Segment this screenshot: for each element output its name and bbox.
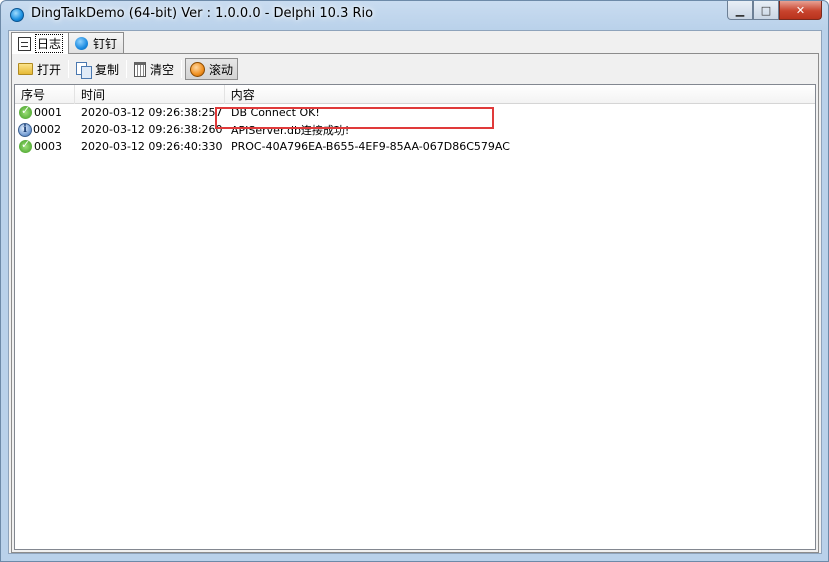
row-seq-cell: i 0002 — [15, 122, 75, 137]
maximize-button[interactable]: □ — [753, 1, 779, 20]
trash-icon — [134, 61, 147, 77]
app-window: DingTalkDemo (64-bit) Ver : 1.0.0.0 - De… — [0, 0, 829, 562]
row-seq: 0002 — [33, 123, 61, 136]
tab-log-label: 日志 — [34, 34, 64, 53]
scroll-label: 滚动 — [209, 62, 234, 77]
column-header-time[interactable]: 时间 — [75, 85, 225, 104]
app-icon — [10, 8, 24, 22]
success-icon — [18, 138, 33, 154]
copy-icon — [76, 61, 93, 79]
title-bar[interactable]: DingTalkDemo (64-bit) Ver : 1.0.0.0 - De… — [1, 1, 828, 29]
list-header: 序号 时间 内容 — [15, 85, 815, 104]
row-seq: 0001 — [34, 106, 62, 119]
row-time: 2020-03-12 09:26:38:257 — [81, 106, 223, 119]
tab-strip: 日志 钉钉 — [11, 32, 125, 54]
clear-button[interactable]: 清空 — [130, 58, 178, 80]
toolbar: 打开 复制 清空 滚动 — [14, 57, 239, 81]
copy-label: 复制 — [95, 62, 120, 77]
log-icon — [18, 36, 31, 51]
highlight-annotation-box — [215, 107, 494, 129]
basketball-icon — [190, 61, 206, 77]
success-icon — [18, 104, 33, 120]
tab-dingtalk[interactable]: 钉钉 — [68, 32, 125, 53]
row-content: PROC-40A796EA-B655-4EF9-85AA-067D86C579A… — [231, 140, 510, 153]
toolbar-separator — [181, 60, 183, 78]
tab-log[interactable]: 日志 — [11, 32, 70, 54]
toolbar-separator — [68, 60, 70, 78]
row-time: 2020-03-12 09:26:38:260 — [81, 123, 223, 136]
clear-label: 清空 — [150, 62, 175, 77]
scroll-toggle-button[interactable]: 滚动 — [185, 58, 239, 80]
row-seq: 0003 — [34, 140, 62, 153]
minimize-button[interactable]: ▁ — [727, 1, 753, 20]
column-header-content[interactable]: 内容 — [225, 85, 815, 104]
row-seq-cell: 0001 — [15, 104, 75, 120]
table-row[interactable]: 0003 2020-03-12 09:26:40:330 PROC-40A796… — [15, 138, 815, 155]
close-button[interactable]: ✕ — [779, 1, 822, 20]
column-header-seq[interactable]: 序号 — [15, 85, 75, 104]
open-button[interactable]: 打开 — [14, 58, 65, 80]
row-seq-cell: 0003 — [15, 138, 75, 154]
copy-button[interactable]: 复制 — [72, 58, 123, 80]
info-icon: i — [18, 122, 32, 137]
window-controls: ▁ □ ✕ — [727, 1, 822, 21]
window-title: DingTalkDemo (64-bit) Ver : 1.0.0.0 - De… — [31, 6, 374, 21]
toolbar-separator — [126, 60, 128, 78]
dingtalk-icon — [75, 36, 89, 50]
row-time: 2020-03-12 09:26:40:330 — [81, 140, 223, 153]
open-label: 打开 — [37, 62, 62, 77]
log-list[interactable]: 序号 时间 内容 0001 2020-03-12 09:26:38:257 DB… — [14, 84, 816, 550]
folder-open-icon — [18, 63, 33, 75]
tab-dingtalk-label: 钉钉 — [93, 36, 118, 51]
